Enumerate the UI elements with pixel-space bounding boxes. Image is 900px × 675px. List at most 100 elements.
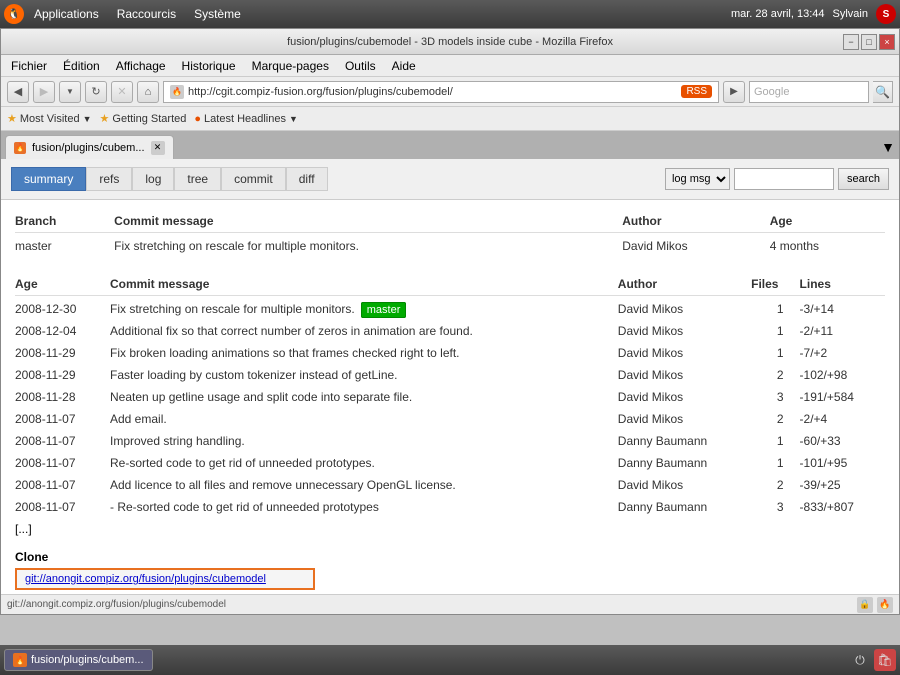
- col-commit-msg-head: Commit message: [114, 210, 622, 233]
- os-topbar-left: 🐧 Applications Raccourcis Système: [4, 4, 249, 24]
- table-row: master Fix stretching on rescale for mul…: [15, 233, 885, 258]
- power-icon[interactable]: ⏻: [852, 652, 868, 668]
- log-lines-9: -833/+807: [800, 496, 885, 518]
- search-type-select[interactable]: log msg: [665, 168, 730, 190]
- log-lines-8: -39/+25: [800, 474, 885, 496]
- log-author-7: Danny Baumann: [618, 452, 751, 474]
- log-files-0: 1: [751, 296, 799, 321]
- home-button[interactable]: ⌂: [137, 81, 159, 103]
- menu-arrow-button[interactable]: ▼: [59, 81, 81, 103]
- log-author-5: David Mikos: [618, 408, 751, 430]
- table-row: 2008-11-28Neaten up getline usage and sp…: [15, 386, 885, 408]
- menu-edition[interactable]: Édition: [57, 57, 106, 75]
- log-age-3: 2008-11-29: [15, 364, 110, 386]
- url-bar[interactable]: 🔥 http://cgit.compiz-fusion.org/fusion/p…: [163, 81, 719, 103]
- tab-log[interactable]: log: [132, 167, 174, 191]
- search-input[interactable]: [734, 168, 834, 190]
- forward-button[interactable]: ▶: [33, 81, 55, 103]
- log-age-9: 2008-11-07: [15, 496, 110, 518]
- close-button[interactable]: ×: [879, 34, 895, 50]
- menu-aide[interactable]: Aide: [386, 57, 422, 75]
- browser-tab[interactable]: 🔥 fusion/plugins/cubem... ✕: [5, 135, 174, 159]
- log-files-1: 1: [751, 320, 799, 342]
- bookmark-getting-started[interactable]: ★ Getting Started: [100, 112, 187, 125]
- back-button[interactable]: ◀: [7, 81, 29, 103]
- os-menu-systeme[interactable]: Système: [186, 5, 249, 23]
- clone-label: Clone: [15, 550, 885, 564]
- browser-titlebar: fusion/plugins/cubemodel - 3D models ins…: [1, 29, 899, 55]
- log-message-4: Neaten up getline usage and split code i…: [110, 386, 618, 408]
- google-search-box[interactable]: Google: [749, 81, 869, 103]
- log-message-6: Improved string handling.: [110, 430, 618, 452]
- google-search-button[interactable]: 🔍: [873, 81, 893, 103]
- ubuntu-icon[interactable]: 🐧: [4, 4, 24, 24]
- log-message-9: - Re-sorted code to get rid of unneeded …: [110, 496, 618, 518]
- stop-button[interactable]: ✕: [111, 81, 133, 103]
- os-datetime: mar. 28 avril, 13:44: [731, 8, 825, 20]
- tab-diff[interactable]: diff: [286, 167, 328, 191]
- table-row: 2008-11-07Re-sorted code to get rid of u…: [15, 452, 885, 474]
- tab-refs[interactable]: refs: [86, 167, 132, 191]
- minimize-button[interactable]: −: [843, 34, 859, 50]
- col-age-head: Age: [770, 210, 885, 233]
- tab-summary[interactable]: summary: [11, 167, 86, 191]
- log-files-6: 1: [751, 430, 799, 452]
- log-author-2: David Mikos: [618, 342, 751, 364]
- table-row: 2008-11-07Improved string handling.Danny…: [15, 430, 885, 452]
- tab-commit[interactable]: commit: [221, 167, 286, 191]
- log-age-6: 2008-11-07: [15, 430, 110, 452]
- log-lines-3: -102/+98: [800, 364, 885, 386]
- maximize-button[interactable]: □: [861, 34, 877, 50]
- table-row: 2008-11-07- Re-sorted code to get rid of…: [15, 496, 885, 518]
- bookmark-latest-headlines[interactable]: ● Latest Headlines ▼: [194, 113, 298, 125]
- log-age-5: 2008-11-07: [15, 408, 110, 430]
- log-lines-0: -3/+14: [800, 296, 885, 321]
- reload-button[interactable]: ↻: [85, 81, 107, 103]
- os-menu-raccourcis[interactable]: Raccourcis: [109, 5, 184, 23]
- bookmarks-bar: ★ Most Visited ▼ ★ Getting Started ● Lat…: [1, 107, 899, 131]
- log-table: Age Commit message Author Files Lines 20…: [15, 273, 885, 518]
- menu-historique[interactable]: Historique: [176, 57, 242, 75]
- bookmark-most-visited-label: Most Visited: [20, 113, 80, 125]
- browser-window: fusion/plugins/cubemodel - 3D models ins…: [0, 28, 900, 615]
- col-branch: Branch: [15, 210, 114, 233]
- bookmark-most-visited[interactable]: ★ Most Visited ▼: [7, 112, 92, 125]
- tab-arrow-button[interactable]: ▼: [881, 139, 895, 155]
- head-message: Fix stretching on rescale for multiple m…: [114, 233, 622, 258]
- log-files-2: 1: [751, 342, 799, 364]
- log-author-1: David Mikos: [618, 320, 751, 342]
- taskbar-item-label: fusion/plugins/cubem...: [31, 654, 144, 666]
- head-table: Branch Commit message Author Age master …: [15, 210, 885, 257]
- log-age-8: 2008-11-07: [15, 474, 110, 496]
- tab-favicon: 🔥: [14, 142, 26, 154]
- status-right: 🔒 🔥: [857, 597, 893, 613]
- menu-affichage[interactable]: Affichage: [110, 57, 172, 75]
- go-button[interactable]: ▶: [723, 81, 745, 103]
- search-button[interactable]: search: [838, 168, 889, 190]
- log-files-5: 2: [751, 408, 799, 430]
- rss-button[interactable]: RSS: [681, 85, 712, 98]
- menu-marque-pages[interactable]: Marque-pages: [246, 57, 335, 75]
- col-author-head: Author: [622, 210, 769, 233]
- log-message-3: Faster loading by custom tokenizer inste…: [110, 364, 618, 386]
- tab-label: fusion/plugins/cubem...: [32, 142, 145, 154]
- tab-tree[interactable]: tree: [174, 167, 221, 191]
- log-lines-6: -60/+33: [800, 430, 885, 452]
- os-menu-applications[interactable]: Applications: [26, 5, 107, 23]
- log-files-3: 2: [751, 364, 799, 386]
- user-avatar: S: [876, 4, 896, 24]
- cgit-nav: summary refs log tree commit diff log ms…: [1, 159, 899, 200]
- log-lines-5: -2/+4: [800, 408, 885, 430]
- menu-fichier[interactable]: Fichier: [5, 57, 53, 75]
- table-row: 2008-12-04Additional fix so that correct…: [15, 320, 885, 342]
- bag-icon[interactable]: 🛍: [874, 649, 896, 671]
- taskbar-item-firefox[interactable]: 🔥 fusion/plugins/cubem...: [4, 649, 153, 671]
- clone-git-url[interactable]: git://anongit.compiz.org/fusion/plugins/…: [15, 568, 315, 590]
- tab-close-button[interactable]: ✕: [151, 141, 165, 155]
- log-author-0: David Mikos: [618, 296, 751, 321]
- menu-outils[interactable]: Outils: [339, 57, 382, 75]
- log-message-5: Add email.: [110, 408, 618, 430]
- log-files-8: 2: [751, 474, 799, 496]
- browser-toolbar: ◀ ▶ ▼ ↻ ✕ ⌂ 🔥 http://cgit.compiz-fusion.…: [1, 77, 899, 107]
- log-lines-4: -191/+584: [800, 386, 885, 408]
